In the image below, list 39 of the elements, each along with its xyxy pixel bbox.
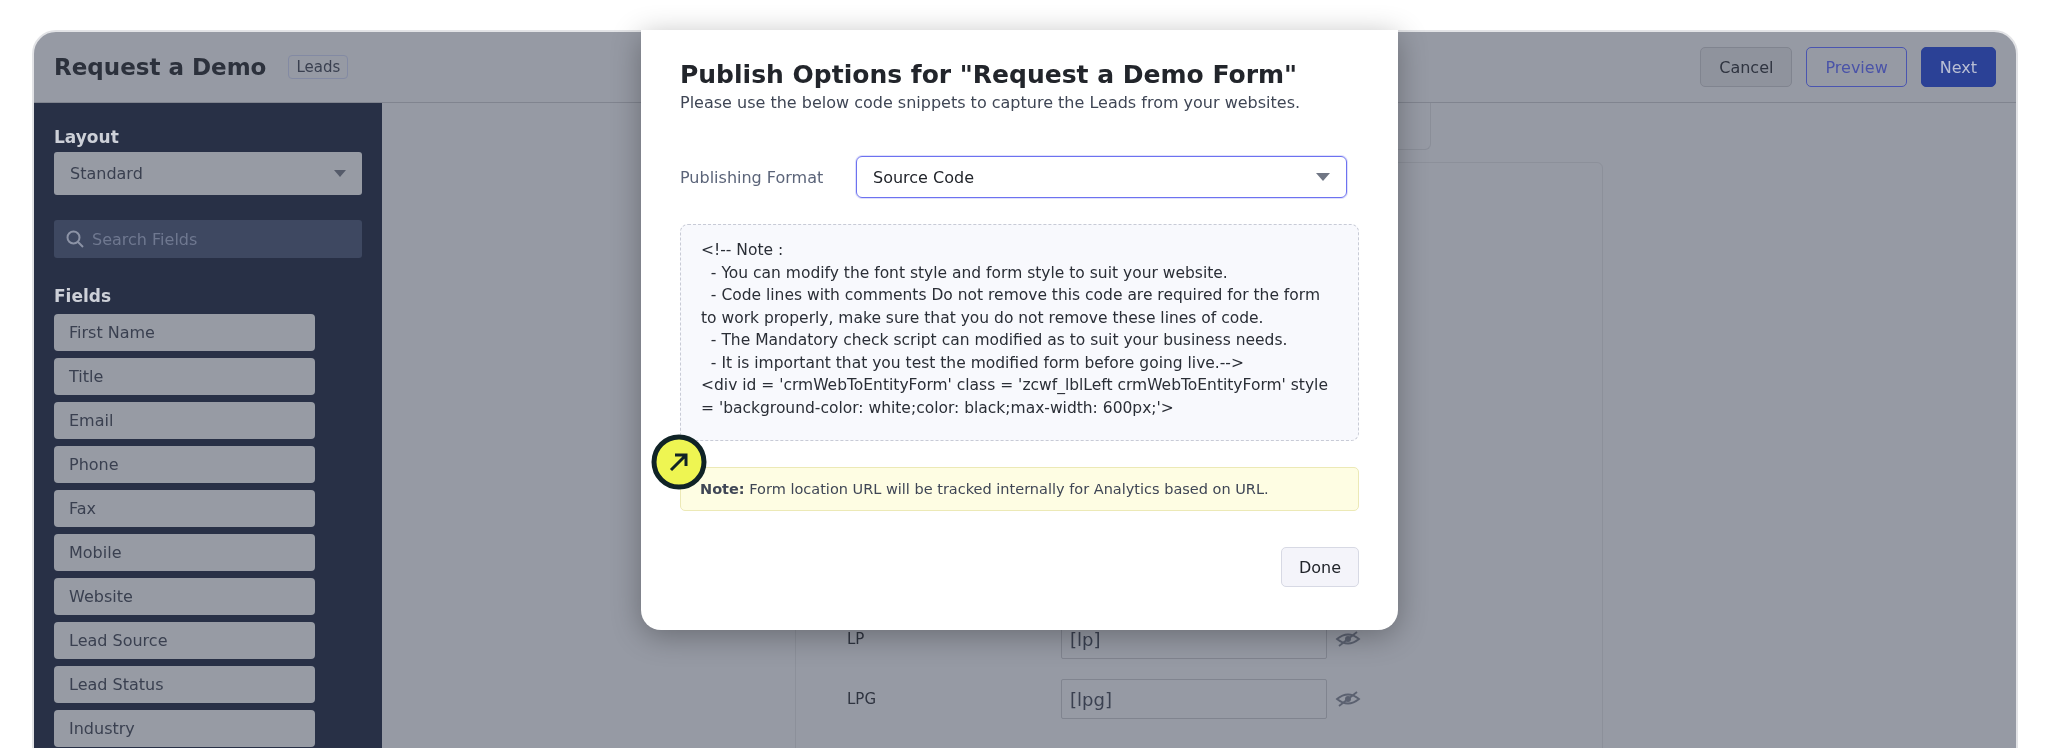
code-line: <!-- Note : [701, 240, 785, 261]
code-line: - It is important that you test the modified form before going live.--> [709, 352, 1245, 374]
module-badge: Leads [288, 55, 349, 79]
dialog-title: Publish Options for "Request a Demo Form" [680, 60, 1299, 89]
field-label: LPG [846, 690, 878, 708]
format-dropdown[interactable]: Source Code [856, 156, 1347, 198]
field-item[interactable]: Fax [54, 490, 315, 527]
done-button[interactable]: Done [1280, 547, 1359, 587]
code-line: - The Mandatory check script can modified as to suit your business needs. [709, 330, 1289, 351]
format-label: Publishing Format [680, 167, 825, 187]
field-label: LP [846, 630, 866, 648]
section-label: Fields [54, 286, 113, 306]
caret-icon [334, 170, 346, 177]
caret-icon [1316, 173, 1330, 181]
outline-button[interactable]: Preview [1806, 47, 1907, 87]
code-line: - You can modify the font style and form style to suit your website. [709, 262, 1229, 284]
hidden-eye-icon[interactable] [1335, 690, 1361, 708]
search-icon [66, 230, 84, 248]
code-line: - Code lines with comments Do not remove this code are required for the form to work properly, make sure that you do not remove these lines of code. [701, 285, 1321, 329]
field-item[interactable]: Email [54, 402, 315, 439]
field-item[interactable]: First Name [54, 314, 315, 351]
primary-button[interactable]: Next [1920, 47, 1996, 87]
field-item[interactable]: Phone [54, 446, 315, 483]
code-box[interactable] [680, 224, 1359, 441]
field-item[interactable]: Title [54, 358, 315, 395]
field-item[interactable]: Website [54, 578, 315, 615]
field-item[interactable]: Lead Source [54, 622, 315, 659]
dialog-subtitle: Please use the below code snippets to capture the Leads from your websites. [680, 93, 1302, 112]
note-text: Note: Form location URL will be tracked internally for Analytics based on URL. [700, 481, 1269, 497]
hidden-eye-icon[interactable] [1335, 630, 1361, 648]
secondary-button[interactable]: Cancel [1700, 47, 1793, 87]
page-title: Request a Demo [54, 54, 267, 80]
field-item[interactable]: Lead Status [54, 666, 315, 703]
input-field[interactable]: [lpg] [1061, 679, 1327, 719]
layout-dropdown[interactable]: Standard [54, 152, 362, 195]
code-line: <div id = 'crmWebToEntityForm' class = 'zcwf_lblLeft crmWebToEntityForm' style = 'background-color: white;color: black;max-width: 600px;'> [701, 375, 1329, 419]
field-item[interactable]: Industry [54, 710, 315, 747]
section-label: Layout [54, 127, 120, 147]
field-item[interactable]: Mobile [54, 534, 315, 571]
